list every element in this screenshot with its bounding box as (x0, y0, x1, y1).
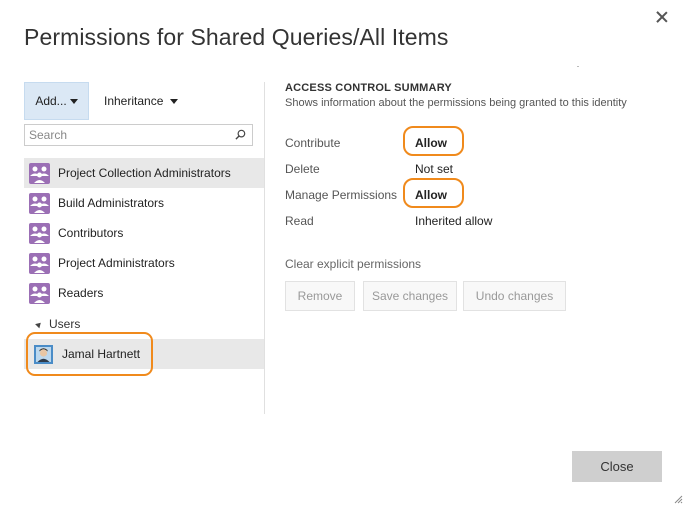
permission-name: Manage Permissions (285, 188, 398, 202)
list-item[interactable]: Project Administrators (24, 248, 264, 278)
user-avatar (34, 344, 53, 364)
group-name: Readers (58, 286, 104, 300)
close-button[interactable]: Close (572, 451, 662, 482)
access-control-summary: ACCESS CONTROL SUMMARY Shows information… (285, 82, 665, 311)
permission-value[interactable]: Allow (415, 136, 447, 150)
inheritance-label: Inheritance (104, 94, 164, 108)
list-item[interactable]: Contributors (24, 218, 264, 248)
group-icon (29, 282, 50, 304)
users-section-header[interactable]: Users (24, 311, 264, 337)
group-name: Build Administrators (58, 196, 165, 210)
resize-grip-icon[interactable] (673, 494, 683, 504)
permission-row: Delete Not set (285, 160, 665, 180)
permission-row: Manage Permissions Allow (285, 178, 665, 208)
search-box (24, 124, 253, 146)
undo-changes-button[interactable]: Undo changes (463, 281, 566, 311)
collapse-triangle-icon[interactable] (35, 320, 43, 328)
permission-value[interactable]: Not set (415, 162, 453, 176)
summary-title: ACCESS CONTROL SUMMARY (285, 82, 452, 94)
group-name: Project Collection Administrators (58, 166, 231, 180)
identities-panel: Add... Inheritance Project Collection Ad… (24, 82, 264, 414)
list-item[interactable]: Project Collection Administrators (24, 158, 264, 188)
inheritance-dropdown[interactable]: Inheritance (104, 94, 178, 108)
permission-value[interactable]: Inherited allow (415, 214, 492, 228)
chevron-down-icon (169, 99, 178, 104)
permissions-dialog: Permissions for Shared Queries/All Items… (0, 0, 686, 507)
add-button[interactable]: Add... (24, 82, 89, 120)
permission-name: Contribute (285, 136, 341, 150)
list-item[interactable]: Build Administrators (24, 188, 264, 218)
permission-row: Contribute Allow (285, 126, 665, 156)
chevron-down-icon (69, 98, 78, 104)
permission-row: Read Inherited allow (285, 212, 665, 232)
permission-name: Delete (285, 162, 320, 176)
list-item[interactable]: Readers (24, 278, 264, 308)
group-icon (29, 252, 50, 274)
search-input[interactable] (25, 125, 225, 145)
user-name: Jamal Hartnett (62, 347, 141, 361)
permission-name: Read (285, 214, 314, 228)
dialog-title: Permissions for Shared Queries/All Items (24, 24, 449, 50)
divider-mark (577, 66, 579, 67)
identity-list: Project Collection Administrators Build … (24, 158, 264, 376)
group-icon (29, 162, 50, 184)
close-icon[interactable] (652, 8, 672, 28)
group-icon (29, 222, 50, 244)
save-changes-button[interactable]: Save changes (363, 281, 457, 311)
clear-permissions-link[interactable]: Clear explicit permissions (285, 257, 421, 271)
panel-divider (264, 82, 265, 414)
users-section-label: Users (49, 317, 81, 331)
group-name: Project Administrators (58, 256, 175, 270)
search-icon[interactable] (235, 129, 246, 140)
summary-subtitle: Shows information about the permissions … (285, 97, 627, 109)
remove-button[interactable]: Remove (285, 281, 355, 311)
group-icon (29, 192, 50, 214)
user-item[interactable]: Jamal Hartnett (24, 332, 264, 376)
group-name: Contributors (58, 226, 124, 240)
add-button-label: Add... (35, 94, 67, 108)
permission-value[interactable]: Allow (415, 188, 447, 202)
